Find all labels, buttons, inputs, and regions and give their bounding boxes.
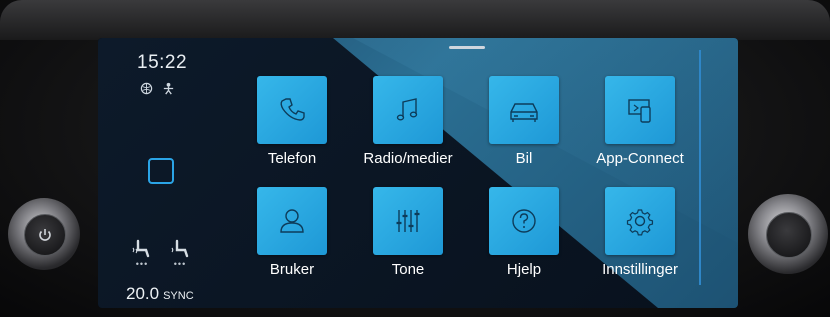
app-tile-innstillinger[interactable] [605, 187, 675, 255]
seat-level-dots: ••• [135, 259, 149, 269]
app-tile-telefon[interactable] [257, 76, 327, 144]
app-tile-hjelp[interactable] [489, 187, 559, 255]
app-tile-tone[interactable] [373, 187, 443, 255]
app-tile-radio-medier[interactable] [373, 76, 443, 144]
app-connect-icon [628, 99, 651, 123]
right-tuning-knob[interactable] [748, 194, 828, 274]
temperature-readout[interactable]: 20.0 SYNC [126, 284, 194, 304]
seat-heating-left-icon [132, 239, 150, 258]
equalizer-icon [396, 210, 420, 232]
app-tile-bil[interactable] [489, 76, 559, 144]
sync-label: SYNC [163, 290, 194, 302]
bezel-top-edge [0, 0, 830, 40]
pull-down-handle[interactable] [449, 46, 485, 49]
power-icon [25, 215, 65, 255]
app-label-app-connect: App-Connect [596, 150, 684, 167]
status-icons [140, 82, 175, 98]
seat-level-dots: ••• [173, 259, 187, 269]
right-edge-indicator [699, 50, 701, 285]
car-icon [510, 103, 538, 122]
user-icon [280, 209, 304, 233]
seat-heating-controls: ••• ••• [131, 238, 191, 269]
temperature-value: 20.0 [126, 284, 160, 303]
seat-heating-right-icon [171, 239, 189, 258]
knob-center [766, 212, 812, 258]
clock-time: 15:22 [137, 52, 188, 73]
globe-icon [140, 82, 153, 98]
app-tile-app-connect[interactable] [605, 76, 675, 144]
app-label-innstillinger: Innstillinger [602, 261, 678, 278]
knob-center [24, 214, 66, 256]
person-icon [162, 82, 175, 98]
climate-square-button[interactable] [148, 158, 174, 184]
app-tile-bruker[interactable] [257, 187, 327, 255]
infotainment-screen: 15:22 ••• ••• 20.0 SYNC Telefon Radio/med… [98, 38, 738, 308]
phone-icon [280, 98, 305, 121]
help-icon [512, 209, 536, 233]
seat-heating-right[interactable]: ••• [169, 238, 191, 269]
music-note-icon [396, 98, 418, 121]
seat-heating-left[interactable]: ••• [131, 238, 153, 269]
left-power-volume-knob[interactable] [8, 198, 80, 270]
settings-gear-icon [626, 209, 654, 236]
